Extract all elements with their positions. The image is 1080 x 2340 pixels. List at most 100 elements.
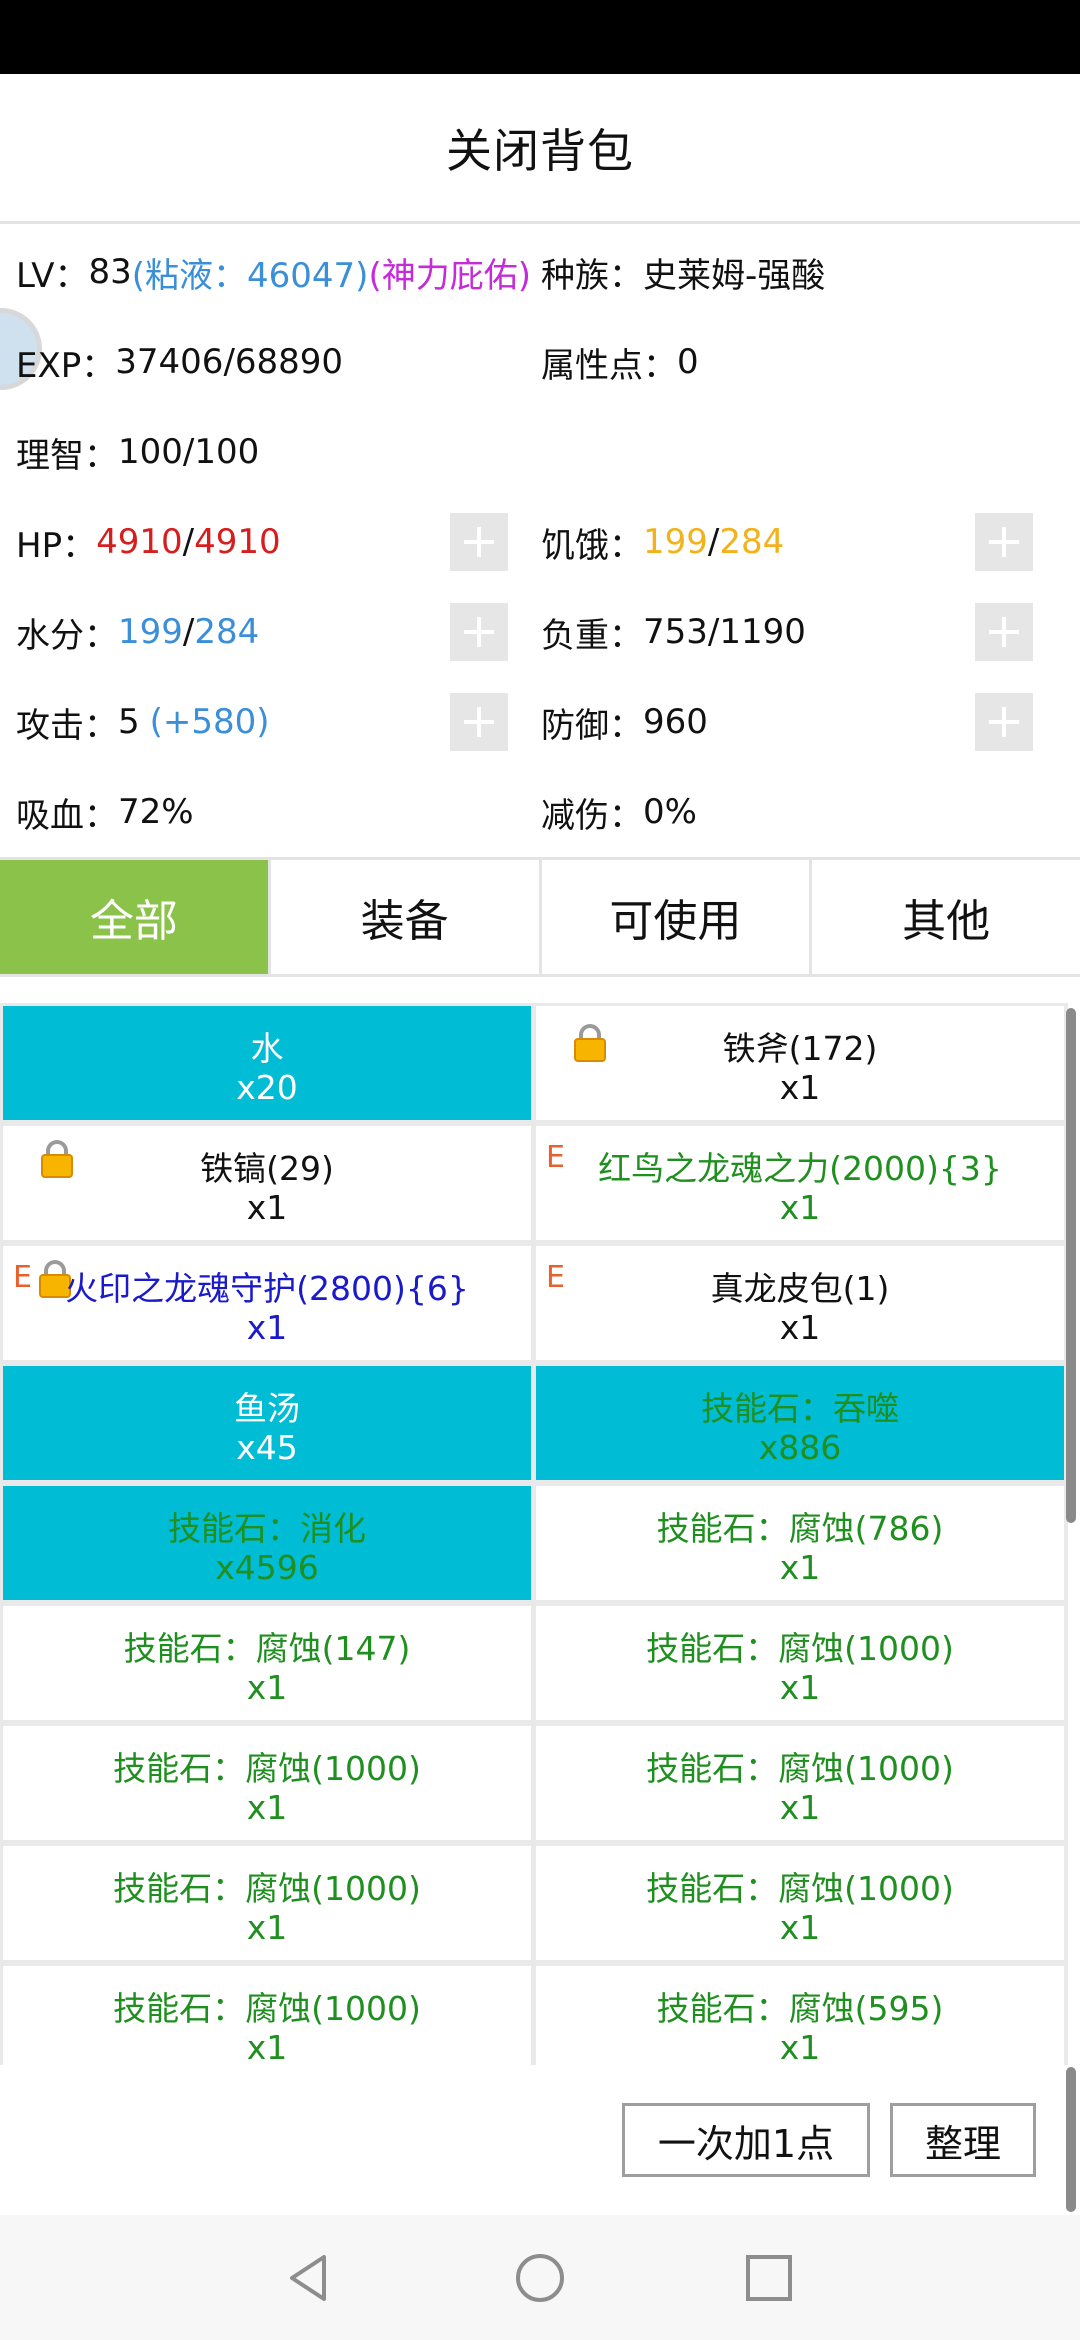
level-label: LV： — [16, 255, 89, 296]
inventory-scrollbar[interactable] — [1066, 1008, 1076, 1523]
home-circle-icon[interactable] — [513, 2251, 567, 2305]
item-quantity: x886 — [758, 1428, 842, 1467]
item-quantity: x1 — [779, 1188, 821, 1227]
item-quantity: x1 — [246, 2028, 288, 2065]
item-name: 技能石：腐蚀(147) — [123, 1629, 411, 1668]
recent-square-icon[interactable] — [742, 2251, 796, 2305]
item-quantity: x20 — [236, 1068, 298, 1107]
water-plus-button[interactable] — [450, 603, 508, 661]
inventory-item[interactable]: 铁镐(29) x1 — [3, 1126, 531, 1240]
hunger-label: 饥饿： — [541, 525, 643, 566]
sanity-stat: 理智： 100/100 — [16, 407, 536, 497]
inventory-item[interactable]: E 火印之龙魂守护(2800){6} x1 — [3, 1246, 531, 1360]
inventory-item[interactable]: 水 x20 — [3, 1006, 531, 1120]
hunger-current: 199 — [643, 522, 708, 562]
hp-plus-button[interactable] — [450, 513, 508, 571]
sanity-value: 100/100 — [118, 432, 260, 472]
inventory-item[interactable]: 技能石：腐蚀(1000) x1 — [536, 1606, 1064, 1720]
item-name: 火印之龙魂守护(2800){6} — [65, 1269, 469, 1308]
lifesteal-value: 72% — [118, 792, 194, 832]
hp-current: 4910 — [96, 522, 183, 562]
defense-value: 960 — [643, 702, 708, 742]
attack-bonus: (+580) — [149, 702, 270, 742]
slime-value: (粘液：46047) — [131, 255, 369, 296]
attack-label: 攻击： — [16, 705, 118, 746]
inventory-item[interactable]: 技能石：吞噬 x886 — [536, 1366, 1064, 1480]
blessing-status: (神力庇佑) — [368, 255, 531, 296]
item-name: 技能石：腐蚀(1000) — [113, 1989, 421, 2028]
inventory-item[interactable]: 技能石：腐蚀(147) x1 — [3, 1606, 531, 1720]
hp-separator: / — [182, 522, 195, 562]
item-quantity: x1 — [779, 1668, 821, 1707]
exp-stat: EXP： 37406/68890 — [16, 317, 536, 407]
attack-value: 5 — [118, 702, 140, 742]
item-name: 技能石：腐蚀(1000) — [646, 1629, 954, 1668]
item-quantity: x45 — [236, 1428, 298, 1467]
system-navigation-bar — [0, 2215, 1080, 2340]
item-name: 技能石：消化 — [168, 1509, 366, 1548]
item-name: 技能石：腐蚀(595) — [656, 1989, 944, 2028]
inventory-item[interactable]: 铁斧(172) x1 — [536, 1006, 1064, 1120]
add-one-point-button[interactable]: 一次加1点 — [622, 2103, 870, 2177]
hp-max: 4910 — [194, 522, 281, 562]
inventory-item[interactable]: E 红鸟之龙魂之力(2000){3} x1 — [536, 1126, 1064, 1240]
tab-other[interactable]: 其他 — [812, 860, 1080, 974]
bottom-action-bar: 一次加1点 整理 — [0, 2065, 1066, 2215]
item-name: 真龙皮包(1) — [710, 1269, 890, 1308]
level-value: 83 — [88, 252, 132, 292]
item-name: 技能石：腐蚀(1000) — [113, 1869, 421, 1908]
inventory-item[interactable]: 技能石：消化 x4596 — [3, 1486, 531, 1600]
item-name: 技能石：腐蚀(1000) — [646, 1749, 954, 1788]
close-bag-header[interactable]: 关闭背包 — [0, 74, 1080, 224]
close-bag-title[interactable]: 关闭背包 — [446, 115, 634, 181]
item-quantity: x1 — [779, 1908, 821, 1947]
tab-equipment[interactable]: 装备 — [271, 860, 542, 974]
sort-button[interactable]: 整理 — [890, 2103, 1036, 2177]
inventory-item[interactable]: 技能石：腐蚀(1000) x1 — [3, 1846, 531, 1960]
damage-reduction-label: 减伤： — [541, 795, 643, 836]
hunger-max: 284 — [719, 522, 785, 562]
item-quantity: x1 — [779, 1548, 821, 1587]
tab-all[interactable]: 全部 — [0, 860, 271, 974]
load-plus-button[interactable] — [975, 603, 1033, 661]
item-name: 技能石：吞噬 — [701, 1389, 899, 1428]
inventory-item[interactable]: 鱼汤 x45 — [3, 1366, 531, 1480]
item-name: 鱼汤 — [234, 1389, 300, 1428]
attribute-points-value: 0 — [677, 342, 699, 382]
stat-row-water: 水分： 199 / 284 负重： 753/1190 — [0, 587, 1080, 677]
item-name: 铁镐(29) — [200, 1149, 334, 1188]
lifesteal-stat: 吸血： 72% — [16, 767, 536, 857]
race-stat: 种族： 史莱姆-强酸 — [541, 227, 1061, 317]
water-label: 水分： — [16, 615, 118, 656]
hunger-plus-button[interactable] — [975, 513, 1033, 571]
inventory-item[interactable]: 技能石：腐蚀(786) x1 — [536, 1486, 1064, 1600]
tab-usable[interactable]: 可使用 — [542, 860, 813, 974]
item-name: 技能石：腐蚀(1000) — [113, 1749, 421, 1788]
inventory-item[interactable]: 技能石：腐蚀(1000) x1 — [536, 1726, 1064, 1840]
exp-value: 37406/68890 — [115, 342, 344, 382]
inventory-item[interactable]: E 真龙皮包(1) x1 — [536, 1246, 1064, 1360]
inventory-item[interactable]: 技能石：腐蚀(595) x1 — [536, 1966, 1064, 2065]
item-name: 水 — [250, 1029, 284, 1068]
water-max: 284 — [194, 612, 260, 652]
water-separator: / — [182, 612, 195, 652]
stats-panel: LV： 83 (粘液：46047) (神力庇佑) 种族： 史莱姆-强酸 EXP：… — [0, 227, 1080, 857]
item-quantity: x4596 — [215, 1548, 319, 1587]
item-quantity: x1 — [779, 1068, 821, 1107]
stat-row-attack: 攻击： 5 (+580) 防御： 960 — [0, 677, 1080, 767]
defense-label: 防御： — [541, 705, 643, 746]
inventory-item[interactable]: 技能石：腐蚀(1000) x1 — [536, 1846, 1064, 1960]
attack-plus-button[interactable] — [450, 693, 508, 751]
defense-plus-button[interactable] — [975, 693, 1033, 751]
attribute-points-stat: 属性点： 0 — [541, 317, 1061, 407]
inventory-item[interactable]: 技能石：腐蚀(1000) x1 — [3, 1726, 531, 1840]
back-triangle-icon[interactable] — [282, 2251, 336, 2305]
item-name: 技能石：腐蚀(786) — [656, 1509, 944, 1548]
page-scrollbar[interactable] — [1066, 2067, 1076, 2212]
inventory-item[interactable]: 技能石：腐蚀(1000) x1 — [3, 1966, 531, 2065]
race-label: 种族： — [541, 255, 643, 296]
stat-row-hp: HP： 4910 / 4910 饥饿： 199 / 284 — [0, 497, 1080, 587]
damage-reduction-stat: 减伤： 0% — [541, 767, 1061, 857]
item-quantity: x1 — [246, 1308, 288, 1347]
item-quantity: x1 — [779, 1308, 821, 1347]
